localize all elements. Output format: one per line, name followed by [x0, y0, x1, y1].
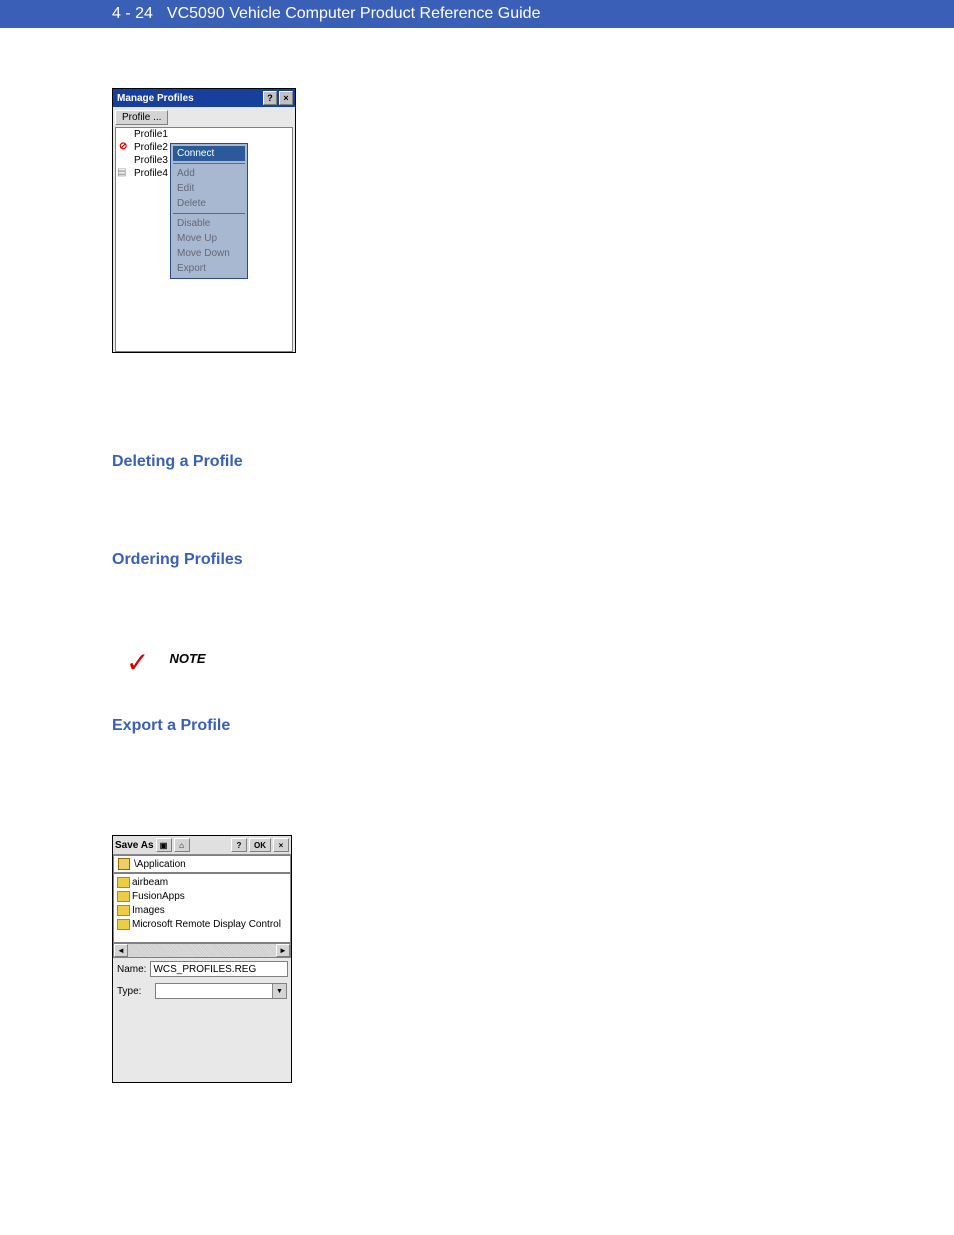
- type-select[interactable]: ▼: [155, 983, 287, 999]
- close-icon[interactable]: ×: [279, 91, 293, 105]
- page-number: 4 - 24: [112, 5, 153, 23]
- menu-delete[interactable]: Delete: [173, 196, 245, 211]
- menu-move-down[interactable]: Move Down: [173, 246, 245, 261]
- type-row: Type: ▼: [113, 980, 291, 1002]
- path-text: \Application: [134, 859, 186, 870]
- profile-list[interactable]: Profile1 Profile2 Profile3 Profile4 Conn…: [115, 127, 293, 352]
- help-icon[interactable]: ?: [231, 838, 247, 852]
- new-folder-icon[interactable]: ▣: [156, 838, 172, 852]
- list-item[interactable]: Profile1: [116, 128, 292, 141]
- horizontal-scrollbar[interactable]: ◄ ►: [113, 943, 291, 958]
- list-item[interactable]: airbeam: [116, 876, 288, 890]
- up-folder-icon[interactable]: ⌂: [174, 838, 190, 852]
- titlebar: Manage Profiles ? ×: [113, 89, 295, 107]
- menu-add[interactable]: Add: [173, 166, 245, 181]
- menu-export[interactable]: Export: [173, 261, 245, 276]
- chevron-down-icon[interactable]: ▼: [272, 984, 286, 998]
- window-title: Manage Profiles: [117, 93, 194, 104]
- page-content: Manage Profiles ? × Profile ... Profile1…: [0, 28, 954, 1123]
- name-label: Name:: [117, 964, 146, 975]
- help-icon[interactable]: ?: [263, 91, 277, 105]
- scroll-left-icon[interactable]: ◄: [114, 944, 128, 957]
- menu-disable[interactable]: Disable: [173, 216, 245, 231]
- file-list[interactable]: airbeam FusionApps Images Microsoft Remo…: [113, 873, 291, 943]
- save-as-title: Save As: [115, 840, 154, 851]
- menu-edit[interactable]: Edit: [173, 181, 245, 196]
- list-item[interactable]: Microsoft Remote Display Control: [116, 918, 288, 932]
- save-as-window: Save As ▣ ⌂ ? OK × \Application airbeam …: [112, 835, 292, 1083]
- path-bar[interactable]: \Application: [113, 855, 291, 873]
- list-item[interactable]: Images: [116, 904, 288, 918]
- ok-button[interactable]: OK: [249, 838, 271, 852]
- type-label: Type:: [117, 986, 151, 997]
- folder-icon: [118, 858, 130, 870]
- checkmark-icon: ✓: [126, 649, 149, 677]
- scroll-right-icon[interactable]: ►: [276, 944, 290, 957]
- menu-connect[interactable]: Connect: [173, 146, 245, 161]
- name-row: Name:: [113, 958, 291, 980]
- list-item[interactable]: FusionApps: [116, 890, 288, 904]
- name-field[interactable]: [150, 961, 288, 977]
- note-label: NOTE: [169, 649, 205, 666]
- manage-profiles-window: Manage Profiles ? × Profile ... Profile1…: [112, 88, 296, 353]
- doc-title: VC5090 Vehicle Computer Product Referenc…: [167, 5, 541, 23]
- menu-move-up[interactable]: Move Up: [173, 231, 245, 246]
- heading-ordering: Ordering Profiles: [112, 551, 954, 569]
- note-block: ✓ NOTE: [126, 649, 954, 677]
- heading-deleting: Deleting a Profile: [112, 453, 954, 471]
- profile-menu-tab[interactable]: Profile ...: [115, 110, 168, 125]
- close-icon[interactable]: ×: [273, 838, 289, 852]
- save-as-titlebar: Save As ▣ ⌂ ? OK ×: [113, 836, 291, 855]
- context-menu: Connect Add Edit Delete Disable Move Up …: [170, 143, 248, 279]
- page-header: 4 - 24 VC5090 Vehicle Computer Product R…: [0, 0, 954, 28]
- heading-export: Export a Profile: [112, 717, 954, 735]
